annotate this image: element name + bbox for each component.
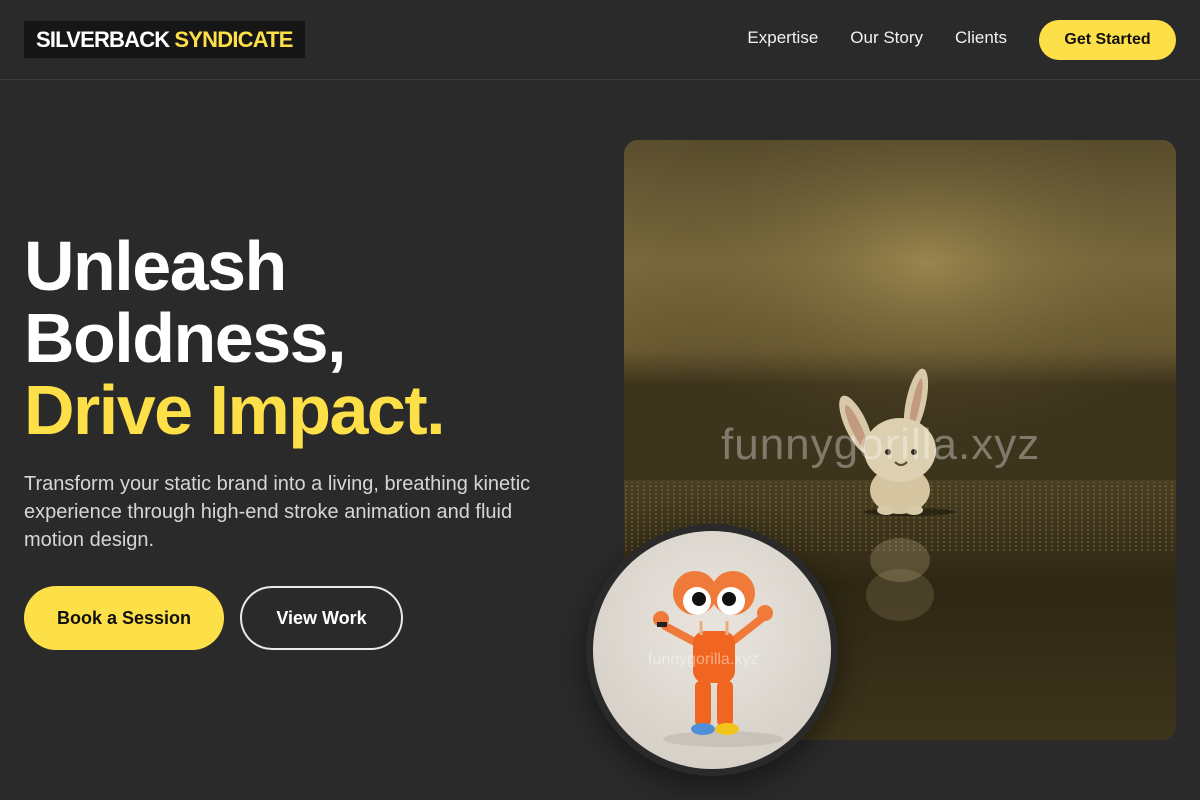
hero-image-watermark: funnygorilla.xyz (721, 420, 1041, 469)
brand-name-part1: SILVERBACK (36, 26, 170, 52)
nav-link-expertise[interactable]: Expertise (747, 28, 818, 48)
nav-link-our-story[interactable]: Our Story (850, 28, 923, 48)
hero-heading-highlight: Drive Impact. (24, 371, 446, 449)
hero-heading-line2: Boldness, (24, 299, 347, 377)
view-work-button[interactable]: View Work (240, 586, 403, 650)
book-session-button[interactable]: Book a Session (24, 586, 224, 650)
character-art (593, 531, 831, 769)
nav-link-clients[interactable]: Clients (955, 28, 1007, 48)
brand-name-part2: SYNDICATE (174, 26, 293, 52)
hero-heading: Unleash Boldness, Drive Impact. (24, 227, 446, 449)
character-image-watermark: funnygorilla.xyz (648, 651, 759, 668)
character-avatar-frame: funnygorilla.xyz (586, 524, 838, 776)
get-started-button[interactable]: Get Started (1039, 20, 1176, 60)
hero-lead: Transform your static brand into a livin… (24, 473, 531, 551)
hero-heading-line1: Unleash (24, 227, 287, 305)
main-nav: Expertise Our Story Clients (747, 28, 1007, 48)
character-image: funnygorilla.xyz (593, 531, 831, 769)
brand-logo[interactable]: SILVERBACK SYNDICATE (24, 21, 305, 58)
site-header: SILVERBACK SYNDICATE Expertise Our Story… (0, 0, 1200, 80)
